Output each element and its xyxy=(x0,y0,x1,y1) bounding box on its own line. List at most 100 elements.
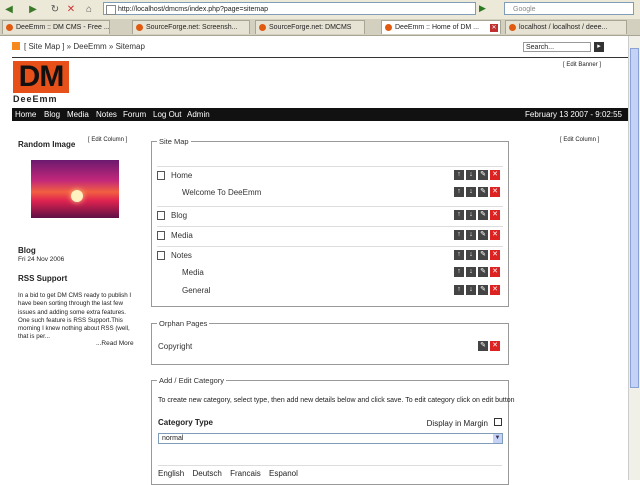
edit-icon[interactable]: ✎ xyxy=(478,170,488,180)
language-english[interactable]: English xyxy=(158,469,184,478)
display-in-margin-checkbox[interactable] xyxy=(494,418,502,426)
sitemap-row-media: Media ↑ ↓ ✎ ✕ xyxy=(157,226,503,245)
rss-icon[interactable] xyxy=(12,42,20,50)
browser-toolbar: ◀ ▶ ↻ ✕ ⌂ http://localhost/dmcms/index.p… xyxy=(0,0,640,20)
random-image[interactable] xyxy=(31,160,119,218)
current-date: February 13 2007 - 9:02:55 xyxy=(525,110,622,119)
move-up-icon[interactable]: ↑ xyxy=(454,267,464,277)
move-up-icon[interactable]: ↑ xyxy=(454,210,464,220)
sitemap-row-label[interactable]: Blog xyxy=(171,211,187,220)
menu-item-notes[interactable]: Notes xyxy=(96,109,117,120)
edit-icon[interactable]: ✎ xyxy=(478,187,488,197)
search-icon: ▸ xyxy=(597,43,601,50)
edit-icon[interactable]: ✎ xyxy=(478,230,488,240)
category-type-select[interactable]: normal ▼ xyxy=(158,433,503,444)
delete-icon[interactable]: ✕ xyxy=(490,285,500,295)
site-logo[interactable]: DM DeeEmm xyxy=(13,61,69,105)
add-edit-instructions: To create new category, select type, the… xyxy=(158,397,515,404)
random-image-title: Random Image xyxy=(18,140,76,149)
move-up-icon[interactable]: ↑ xyxy=(454,285,464,295)
sitemap-row-label[interactable]: Welcome To DeeEmm xyxy=(182,188,261,197)
left-edit-column-link[interactable]: [ Edit Column ] xyxy=(88,137,127,143)
sitemap-row-label[interactable]: Media xyxy=(171,231,193,240)
breadcrumb-text[interactable]: [ Site Map ] » DeeEmm » Sitemap xyxy=(24,42,145,51)
tab-close-icon[interactable]: ✕ xyxy=(490,24,498,32)
site-search-input[interactable]: Search... xyxy=(523,42,591,52)
move-up-icon[interactable]: ↑ xyxy=(454,230,464,240)
page-scrollbar[interactable] xyxy=(628,36,640,480)
rss-support-title[interactable]: RSS Support xyxy=(18,274,67,283)
address-text: http://localhost/dmcms/index.php?page=si… xyxy=(118,6,269,13)
move-down-icon[interactable]: ↓ xyxy=(466,230,476,240)
language-espanol[interactable]: Espanol xyxy=(269,469,298,478)
sitemap-row-label[interactable]: Media xyxy=(182,268,204,277)
go-icon[interactable]: ▶ xyxy=(479,3,489,15)
chevron-down-icon[interactable]: ▼ xyxy=(493,434,502,443)
move-up-icon[interactable]: ↑ xyxy=(454,170,464,180)
edit-icon[interactable]: ✎ xyxy=(478,341,488,351)
menu-item-blog[interactable]: Blog xyxy=(44,109,60,120)
delete-icon[interactable]: ✕ xyxy=(490,170,500,180)
menu-item-admin[interactable]: Admin xyxy=(187,109,210,120)
move-down-icon[interactable]: ↓ xyxy=(466,267,476,277)
site-search-button[interactable]: ▸ xyxy=(594,42,604,52)
move-down-icon[interactable]: ↓ xyxy=(466,187,476,197)
delete-icon[interactable]: ✕ xyxy=(490,230,500,240)
edit-icon[interactable]: ✎ xyxy=(478,210,488,220)
sitemap-row-blog: Blog ↑ ↓ ✎ ✕ xyxy=(157,206,503,225)
right-edit-column-link[interactable]: [ Edit Column ] xyxy=(560,137,599,143)
rss-support-text: In a bid to get DM CMS ready to publish … xyxy=(18,292,132,341)
browser-search-input[interactable]: Google xyxy=(504,2,634,15)
page-favicon-icon xyxy=(106,5,116,15)
edit-icon[interactable]: ✎ xyxy=(478,267,488,277)
reload-icon[interactable]: ↻ xyxy=(48,3,62,16)
site-search-value: Search... xyxy=(526,44,555,51)
move-down-icon[interactable]: ↓ xyxy=(466,210,476,220)
edit-banner-link[interactable]: [ Edit Banner ] xyxy=(563,62,601,68)
tab-favicon-icon xyxy=(6,24,13,31)
move-down-icon[interactable]: ↓ xyxy=(466,250,476,260)
delete-icon[interactable]: ✕ xyxy=(490,267,500,277)
menu-item-home[interactable]: Home xyxy=(15,109,36,120)
delete-icon[interactable]: ✕ xyxy=(490,210,500,220)
move-down-icon[interactable]: ↓ xyxy=(466,285,476,295)
language-links: English Deutsch Francais Espanol xyxy=(158,469,304,478)
browser-tab[interactable]: localhost / localhost / deee... xyxy=(505,20,627,34)
move-down-icon[interactable]: ↓ xyxy=(466,170,476,180)
orphan-row-label[interactable]: Copyright xyxy=(158,342,192,351)
menu-item-logout[interactable]: Log Out xyxy=(153,109,181,120)
page-icon xyxy=(157,171,165,180)
browser-tab[interactable]: SourceForge.net: Screensh... xyxy=(132,20,250,34)
tab-favicon-icon xyxy=(385,24,392,31)
sitemap-row-label[interactable]: Notes xyxy=(171,251,192,260)
edit-icon[interactable]: ✎ xyxy=(478,285,488,295)
read-more-link[interactable]: ...Read More xyxy=(96,340,134,347)
home-icon[interactable]: ⌂ xyxy=(82,3,96,16)
blog-title[interactable]: Blog xyxy=(18,246,36,255)
language-deutsch[interactable]: Deutsch xyxy=(192,469,221,478)
stop-icon[interactable]: ✕ xyxy=(64,3,78,16)
language-francais[interactable]: Francais xyxy=(230,469,261,478)
delete-icon[interactable]: ✕ xyxy=(490,341,500,351)
page-icon xyxy=(157,251,165,260)
delete-icon[interactable]: ✕ xyxy=(490,187,500,197)
move-up-icon[interactable]: ↑ xyxy=(454,250,464,260)
sitemap-row-general: General ↑ ↓ ✎ ✕ xyxy=(157,282,503,300)
browser-tab-active[interactable]: DeeEmm :: Home of DM ... ✕ xyxy=(381,20,501,34)
menu-item-media[interactable]: Media xyxy=(67,109,89,120)
menu-item-forum[interactable]: Forum xyxy=(123,109,146,120)
sitemap-row-label[interactable]: General xyxy=(182,286,210,295)
image-icon xyxy=(157,231,165,240)
address-bar[interactable]: http://localhost/dmcms/index.php?page=si… xyxy=(103,2,476,15)
browser-tab[interactable]: DeeEmm :: DM CMS - Free ... xyxy=(2,20,110,34)
move-up-icon[interactable]: ↑ xyxy=(454,187,464,197)
back-icon[interactable]: ◀ xyxy=(2,3,16,16)
edit-icon[interactable]: ✎ xyxy=(478,250,488,260)
sunset-sun xyxy=(71,190,83,202)
scrollbar-thumb[interactable] xyxy=(630,48,639,388)
sitemap-row-label[interactable]: Home xyxy=(171,171,192,180)
browser-tab[interactable]: SourceForge.net: DMCMS xyxy=(255,20,365,34)
category-type-value: normal xyxy=(162,435,184,442)
forward-icon[interactable]: ▶ xyxy=(26,3,40,16)
delete-icon[interactable]: ✕ xyxy=(490,250,500,260)
